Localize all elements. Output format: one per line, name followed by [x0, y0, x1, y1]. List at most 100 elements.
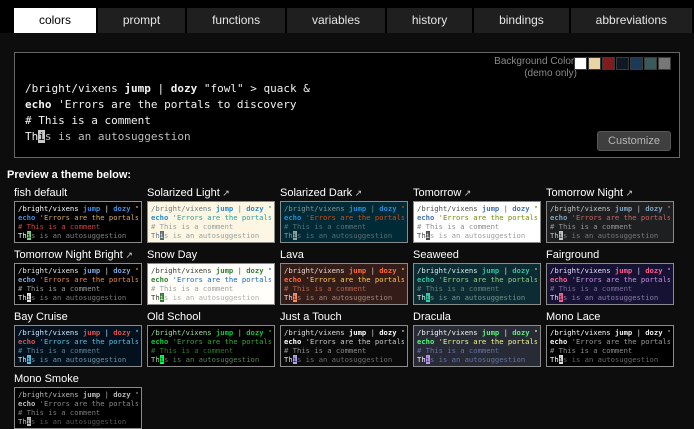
- theme-preview-bay-cruise[interactable]: /bright/vixens jump | dozy "echo 'Errors…: [14, 325, 142, 367]
- terminal-line: # This is a comment: [417, 284, 537, 293]
- background-swatch-3[interactable]: [616, 57, 629, 70]
- tab-colors[interactable]: colors: [14, 8, 96, 33]
- terminal-line: echo 'Errors are the portals: [18, 213, 138, 222]
- terminal-line: # This is a comment: [284, 346, 404, 355]
- tab-bindings[interactable]: bindings: [474, 8, 569, 33]
- token-cmd: echo: [151, 275, 173, 284]
- tab-functions[interactable]: functions: [187, 8, 285, 33]
- background-swatch-0[interactable]: [574, 57, 587, 70]
- theme-preview-fish-default[interactable]: /bright/vixens jump | dozy "echo 'Errors…: [14, 201, 142, 243]
- external-link-icon[interactable]: ↗: [123, 250, 133, 260]
- token-fg: |: [105, 328, 114, 337]
- theme-card-solarized-dark: Solarized Dark ↗/bright/vixens jump | do…: [280, 187, 408, 243]
- token-fg: /bright/vixens: [417, 204, 482, 213]
- terminal-line: This is an autosuggestion: [25, 129, 669, 145]
- terminal-line: This is an autosuggestion: [18, 355, 138, 364]
- theme-preview-mono-smoke[interactable]: /bright/vixens jump | dozy "echo 'Errors…: [14, 387, 142, 429]
- token-cmd: jump: [349, 204, 371, 213]
- token-cmd: echo: [417, 275, 439, 284]
- theme-preview-seaweed[interactable]: /bright/vixens jump | dozy "echo 'Errors…: [413, 263, 541, 305]
- theme-preview-solarized-light[interactable]: /bright/vixens jump | dozy "echo 'Errors…: [147, 201, 275, 243]
- terminal-line: /bright/vixens jump | dozy ": [417, 328, 537, 337]
- external-link-icon[interactable]: ↗: [220, 188, 230, 198]
- token-fg: Th: [284, 355, 293, 364]
- theme-preview-just-a-touch[interactable]: /bright/vixens jump | dozy "echo 'Errors…: [280, 325, 408, 367]
- background-swatch-2[interactable]: [602, 57, 615, 70]
- token-cmd: echo: [417, 213, 439, 222]
- token-quote: ": [135, 204, 138, 213]
- token-autosug: s is an autosuggestion: [45, 130, 191, 143]
- token-fg: Th: [417, 293, 426, 302]
- terminal-line: echo 'Errors are the portals: [417, 275, 537, 284]
- token-fg: /bright/vixens: [284, 266, 349, 275]
- customize-button[interactable]: Customize: [597, 131, 671, 151]
- theme-title: Just a Touch: [280, 311, 408, 323]
- terminal-line: # This is a comment: [550, 284, 670, 293]
- terminal-line: This is an autosuggestion: [417, 293, 537, 302]
- token-cmd: jump: [349, 328, 371, 337]
- tab-prompt[interactable]: prompt: [98, 8, 185, 33]
- theme-card-mono-smoke: Mono Smoke/bright/vixens jump | dozy "ec…: [14, 373, 142, 429]
- token-fg: |: [504, 204, 513, 213]
- terminal-line: /bright/vixens jump | dozy ": [151, 328, 271, 337]
- theme-name: Just a Touch: [280, 311, 342, 323]
- token-cmd: dozy: [113, 266, 135, 275]
- theme-title: Lava: [280, 249, 408, 261]
- theme-preview-dracula[interactable]: /bright/vixens jump | dozy "echo 'Errors…: [413, 325, 541, 367]
- token-autosug: s is an autosuggestion: [164, 355, 259, 364]
- token-fg: Th: [417, 355, 426, 364]
- theme-preview-tomorrow-night-bright[interactable]: /bright/vixens jump | dozy "echo 'Errors…: [14, 263, 142, 305]
- token-quote: 'Errors are the portals to discovery: [58, 98, 296, 111]
- theme-preview-fairground[interactable]: /bright/vixens jump | dozy "echo 'Errors…: [546, 263, 674, 305]
- token-autosug: s is an autosuggestion: [563, 231, 658, 240]
- theme-card-snow-day: Snow Day/bright/vixens jump | dozy "echo…: [147, 249, 275, 305]
- token-autosug: s is an autosuggestion: [31, 231, 126, 240]
- token-quote: 'Errors are the portals: [306, 337, 404, 346]
- theme-preview-lava[interactable]: /bright/vixens jump | dozy "echo 'Errors…: [280, 263, 408, 305]
- token-quote: 'Errors are the portals: [439, 213, 537, 222]
- token-cmd: dozy: [113, 204, 135, 213]
- token-autosug: s is an autosuggestion: [31, 293, 126, 302]
- token-quote: 'Errors are the portals: [572, 213, 670, 222]
- token-fg: |: [238, 328, 247, 337]
- background-swatch-1[interactable]: [588, 57, 601, 70]
- terminal-line: echo 'Errors are the portals: [151, 275, 271, 284]
- token-autosug: s is an autosuggestion: [31, 417, 126, 426]
- theme-preview-snow-day[interactable]: /bright/vixens jump | dozy "echo 'Errors…: [147, 263, 275, 305]
- terminal-line: # This is a comment: [18, 284, 138, 293]
- theme-preview-old-school[interactable]: /bright/vixens jump | dozy "echo 'Errors…: [147, 325, 275, 367]
- terminal-line: /bright/vixens jump | dozy ": [284, 204, 404, 213]
- background-swatch-5[interactable]: [644, 57, 657, 70]
- theme-preview-tomorrow[interactable]: /bright/vixens jump | dozy "echo 'Errors…: [413, 201, 541, 243]
- token-comment: # This is a comment: [18, 408, 100, 417]
- terminal-line: This is an autosuggestion: [18, 417, 138, 426]
- theme-preview-mono-lace[interactable]: /bright/vixens jump | dozy "echo 'Errors…: [546, 325, 674, 367]
- tab-abbreviations[interactable]: abbreviations: [571, 8, 692, 33]
- tab-history[interactable]: history: [387, 8, 472, 33]
- token-autosug: s is an autosuggestion: [164, 293, 259, 302]
- token-comment: # This is a comment: [284, 222, 366, 231]
- token-fg: /bright/vixens: [151, 328, 216, 337]
- token-cmd: dozy: [246, 266, 268, 275]
- token-cmd: dozy: [246, 328, 268, 337]
- token-comment: # This is a comment: [417, 346, 499, 355]
- theme-preview-solarized-dark[interactable]: /bright/vixens jump | dozy "echo 'Errors…: [280, 201, 408, 243]
- theme-grid: fish default/bright/vixens jump | dozy "…: [14, 187, 680, 429]
- token-quote: 'Errors are the portals: [173, 213, 271, 222]
- background-swatch-4[interactable]: [630, 57, 643, 70]
- terminal-line: echo 'Errors are the portals: [550, 337, 670, 346]
- token-quote: ": [401, 328, 404, 337]
- theme-preview-tomorrow-night[interactable]: /bright/vixens jump | dozy "echo 'Errors…: [546, 201, 674, 243]
- external-link-icon[interactable]: ↗: [461, 188, 471, 198]
- external-link-icon[interactable]: ↗: [352, 188, 362, 198]
- token-cmd: echo: [151, 337, 173, 346]
- theme-name: Mono Smoke: [14, 373, 79, 385]
- terminal-line: echo 'Errors are the portals to discover…: [25, 97, 669, 113]
- background-swatch-6[interactable]: [658, 57, 671, 70]
- token-fg: Th: [550, 293, 559, 302]
- token-cmd: dozy: [645, 266, 667, 275]
- tab-variables[interactable]: variables: [287, 8, 385, 33]
- terminal-line: /bright/vixens jump | dozy "fowl" > quac…: [25, 81, 669, 97]
- terminal-line: echo 'Errors are the portals: [284, 275, 404, 284]
- external-link-icon[interactable]: ↗: [623, 188, 633, 198]
